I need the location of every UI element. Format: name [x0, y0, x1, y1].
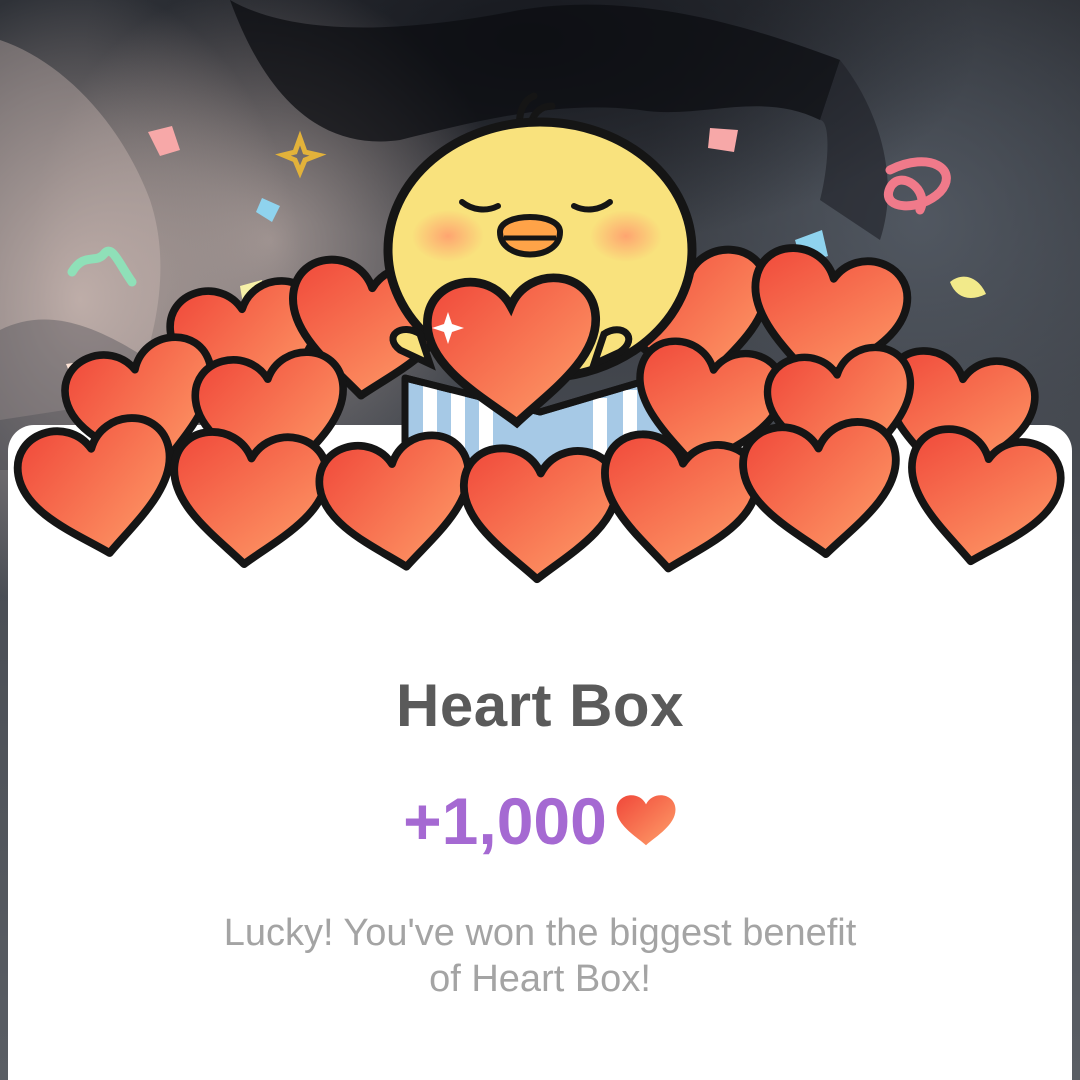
heart-icon	[616, 795, 676, 846]
heart-box-illustration	[0, 92, 1080, 600]
reward-amount-row: +1,000	[0, 785, 1080, 857]
heart-icon	[741, 419, 903, 559]
reward-amount: +1,000	[403, 784, 607, 858]
heart-icon	[168, 429, 330, 569]
result-message-line-1: Lucky! You've won the biggest benefit	[223, 912, 857, 954]
heart-icon	[461, 447, 618, 582]
heart-icon	[593, 429, 762, 579]
heart-icon	[897, 423, 1067, 574]
result-message-line-2: of Heart Box!	[429, 958, 651, 1000]
result-message: Lucky! You've won the biggest benefit of…	[150, 910, 930, 1002]
popup-screen: Heart Box +1,000 Lucky! You've won the b…	[0, 0, 1080, 1080]
dialog-title: Heart Box	[396, 672, 684, 739]
heart-icon	[12, 412, 185, 566]
heart-icon	[315, 431, 481, 578]
